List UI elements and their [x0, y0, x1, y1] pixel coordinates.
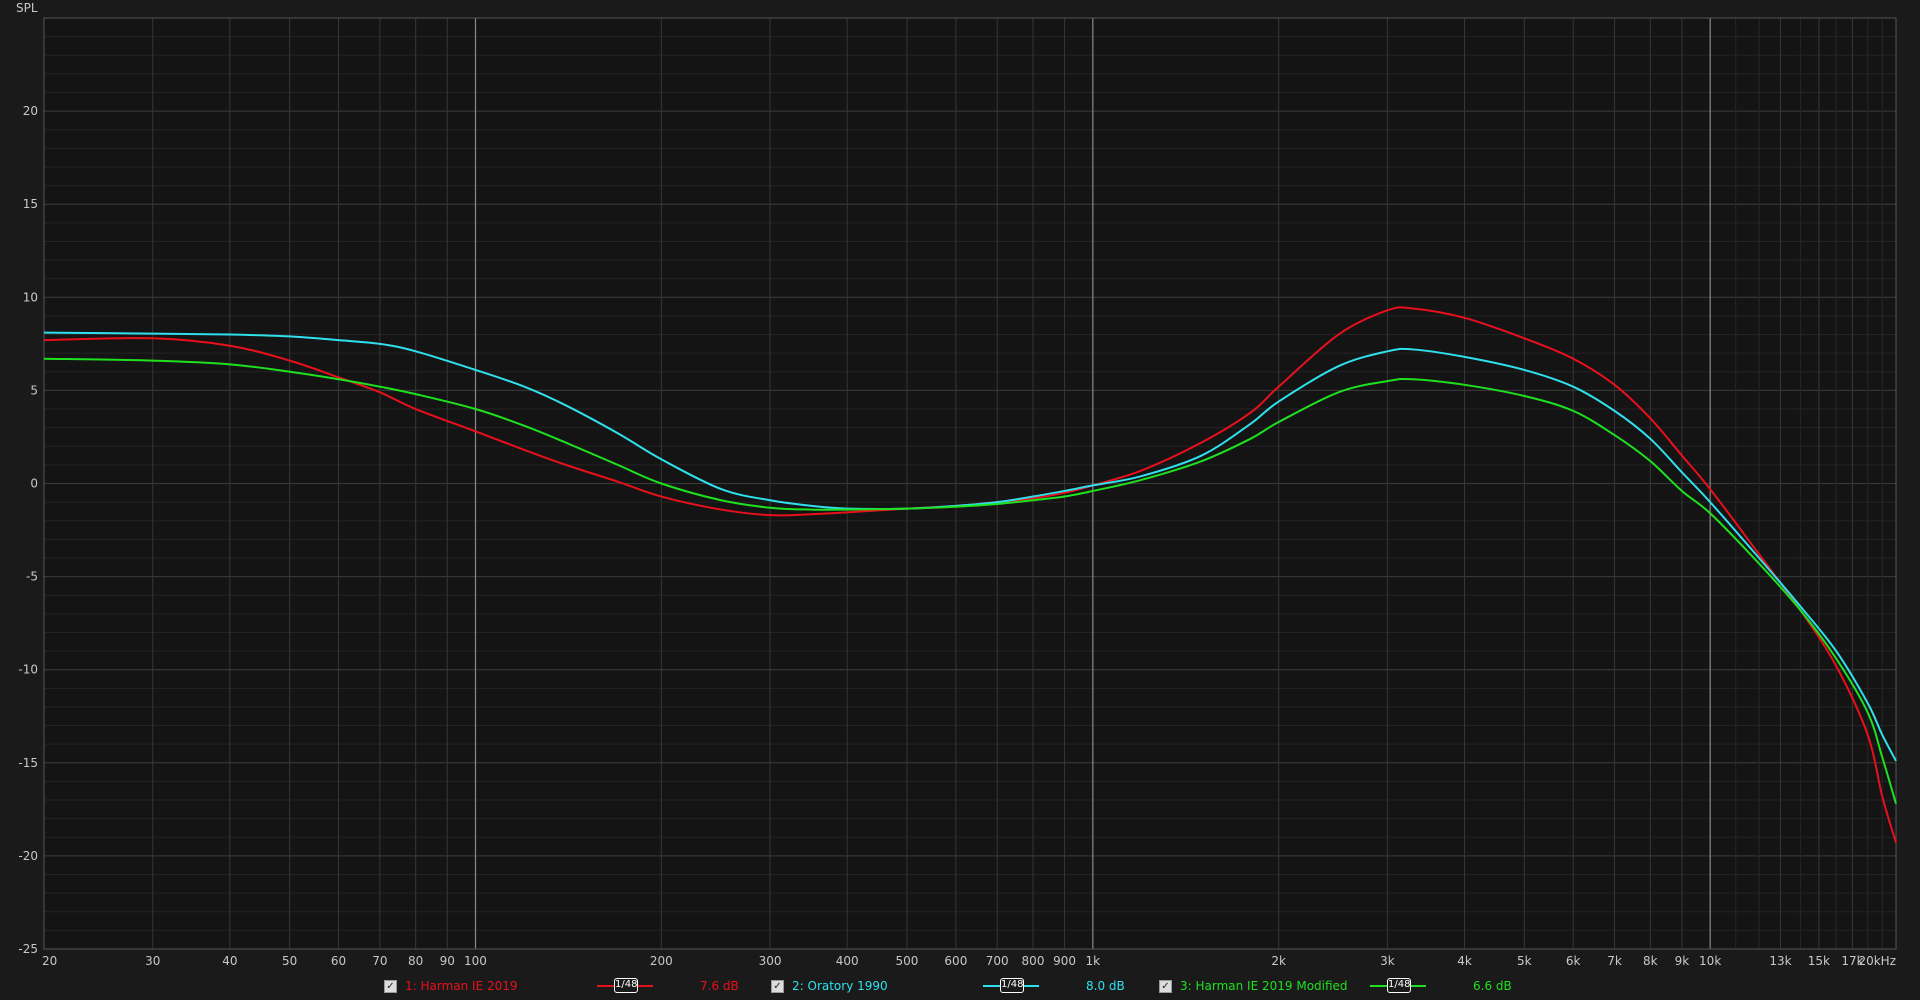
x-tick-label: 20kHz [1858, 954, 1896, 968]
y-tick-label: 5 [30, 383, 38, 397]
x-tick-label: 13k [1769, 954, 1791, 968]
x-tick-label: 4k [1457, 954, 1472, 968]
x-tick-label: 2k [1271, 954, 1286, 968]
y-tick-label: 0 [30, 477, 38, 491]
x-tick-label: 9k [1675, 954, 1690, 968]
x-tick-label: 500 [896, 954, 919, 968]
series-1-checkbox[interactable]: ✓ [384, 979, 397, 993]
series-3-checkbox[interactable]: ✓ [1159, 979, 1172, 993]
y-tick-label: -20 [18, 849, 38, 863]
x-tick-label: 700 [986, 954, 1009, 968]
x-tick-label: 10k [1699, 954, 1721, 968]
legend-item-oratory-1990: ✓ 2: Oratory 1990 [771, 974, 888, 998]
series-3-label: 3: Harman IE 2019 Modified [1180, 979, 1348, 993]
x-tick-label: 600 [944, 954, 967, 968]
series-2-smoothing-control[interactable]: 1/48 [983, 977, 1039, 995]
series-2-offset: 8.0 dB [1086, 979, 1125, 993]
y-tick-label: 10 [23, 290, 38, 304]
y-tick-label: 20 [23, 104, 38, 118]
series-1-smoothing-control[interactable]: 1/48 [597, 977, 653, 995]
x-tick-label: 300 [759, 954, 782, 968]
x-tick-label: 20 [42, 954, 57, 968]
y-tick-label: -10 [18, 663, 38, 677]
x-tick-label: 900 [1053, 954, 1076, 968]
series-2-label: 2: Oratory 1990 [792, 979, 888, 993]
x-tick-label: 80 [408, 954, 423, 968]
x-tick-label: 60 [331, 954, 346, 968]
grid-layer [43, 17, 1897, 950]
x-tick-label: 8k [1643, 954, 1658, 968]
series-3-smoothing-value: 1/48 [1387, 978, 1411, 993]
x-tick-label: 70 [372, 954, 387, 968]
y-tick-label: 15 [23, 197, 38, 211]
series-1-offset: 7.6 dB [700, 979, 739, 993]
y-axis-label: SPL [16, 1, 38, 15]
x-tick-label: 1k [1086, 954, 1101, 968]
x-tick-label: 3k [1380, 954, 1395, 968]
series-1-label: 1: Harman IE 2019 [405, 979, 518, 993]
series-2-smoothing-value: 1/48 [1000, 978, 1024, 993]
chart-root: 20 15 10 5 0 -5 -10 -15 -20 -25 20 30 40 50 60 70 80 90 10… [0, 0, 1920, 1000]
x-tick-label: 40 [222, 954, 237, 968]
series-1-smoothing-value: 1/48 [614, 978, 638, 993]
x-tick-label: 7k [1607, 954, 1622, 968]
x-tick-label: 400 [836, 954, 859, 968]
y-tick-label: -5 [26, 570, 38, 584]
x-tick-label: 800 [1022, 954, 1045, 968]
x-tick-label: 30 [145, 954, 160, 968]
x-tick-label: 100 [464, 954, 487, 968]
y-tick-label: -25 [18, 942, 38, 956]
x-tick-label: 200 [650, 954, 673, 968]
legend-item-harman-ie-2019-modified: ✓ 3: Harman IE 2019 Modified [1159, 974, 1348, 998]
series-2-checkbox[interactable]: ✓ [771, 979, 784, 993]
x-tick-label: 90 [440, 954, 455, 968]
series-3-smoothing-control[interactable]: 1/48 [1370, 977, 1426, 995]
x-tick-label: 15k [1808, 954, 1830, 968]
legend-bar: ✓ 1: Harman IE 2019 1/48 7.6 dB ✓ 2: Ora… [0, 974, 1920, 998]
x-tick-label: 6k [1566, 954, 1581, 968]
x-tick-label: 5k [1517, 954, 1532, 968]
series-3-offset: 6.6 dB [1473, 979, 1512, 993]
plot-area: 20151050-5-10-15-20-2520 30 40 50 60 70 80 90 10… [16, 1, 1897, 968]
x-tick-label: 50 [282, 954, 297, 968]
y-tick-label: -15 [18, 756, 38, 770]
legend-item-harman-ie-2019: ✓ 1: Harman IE 2019 [384, 974, 518, 998]
